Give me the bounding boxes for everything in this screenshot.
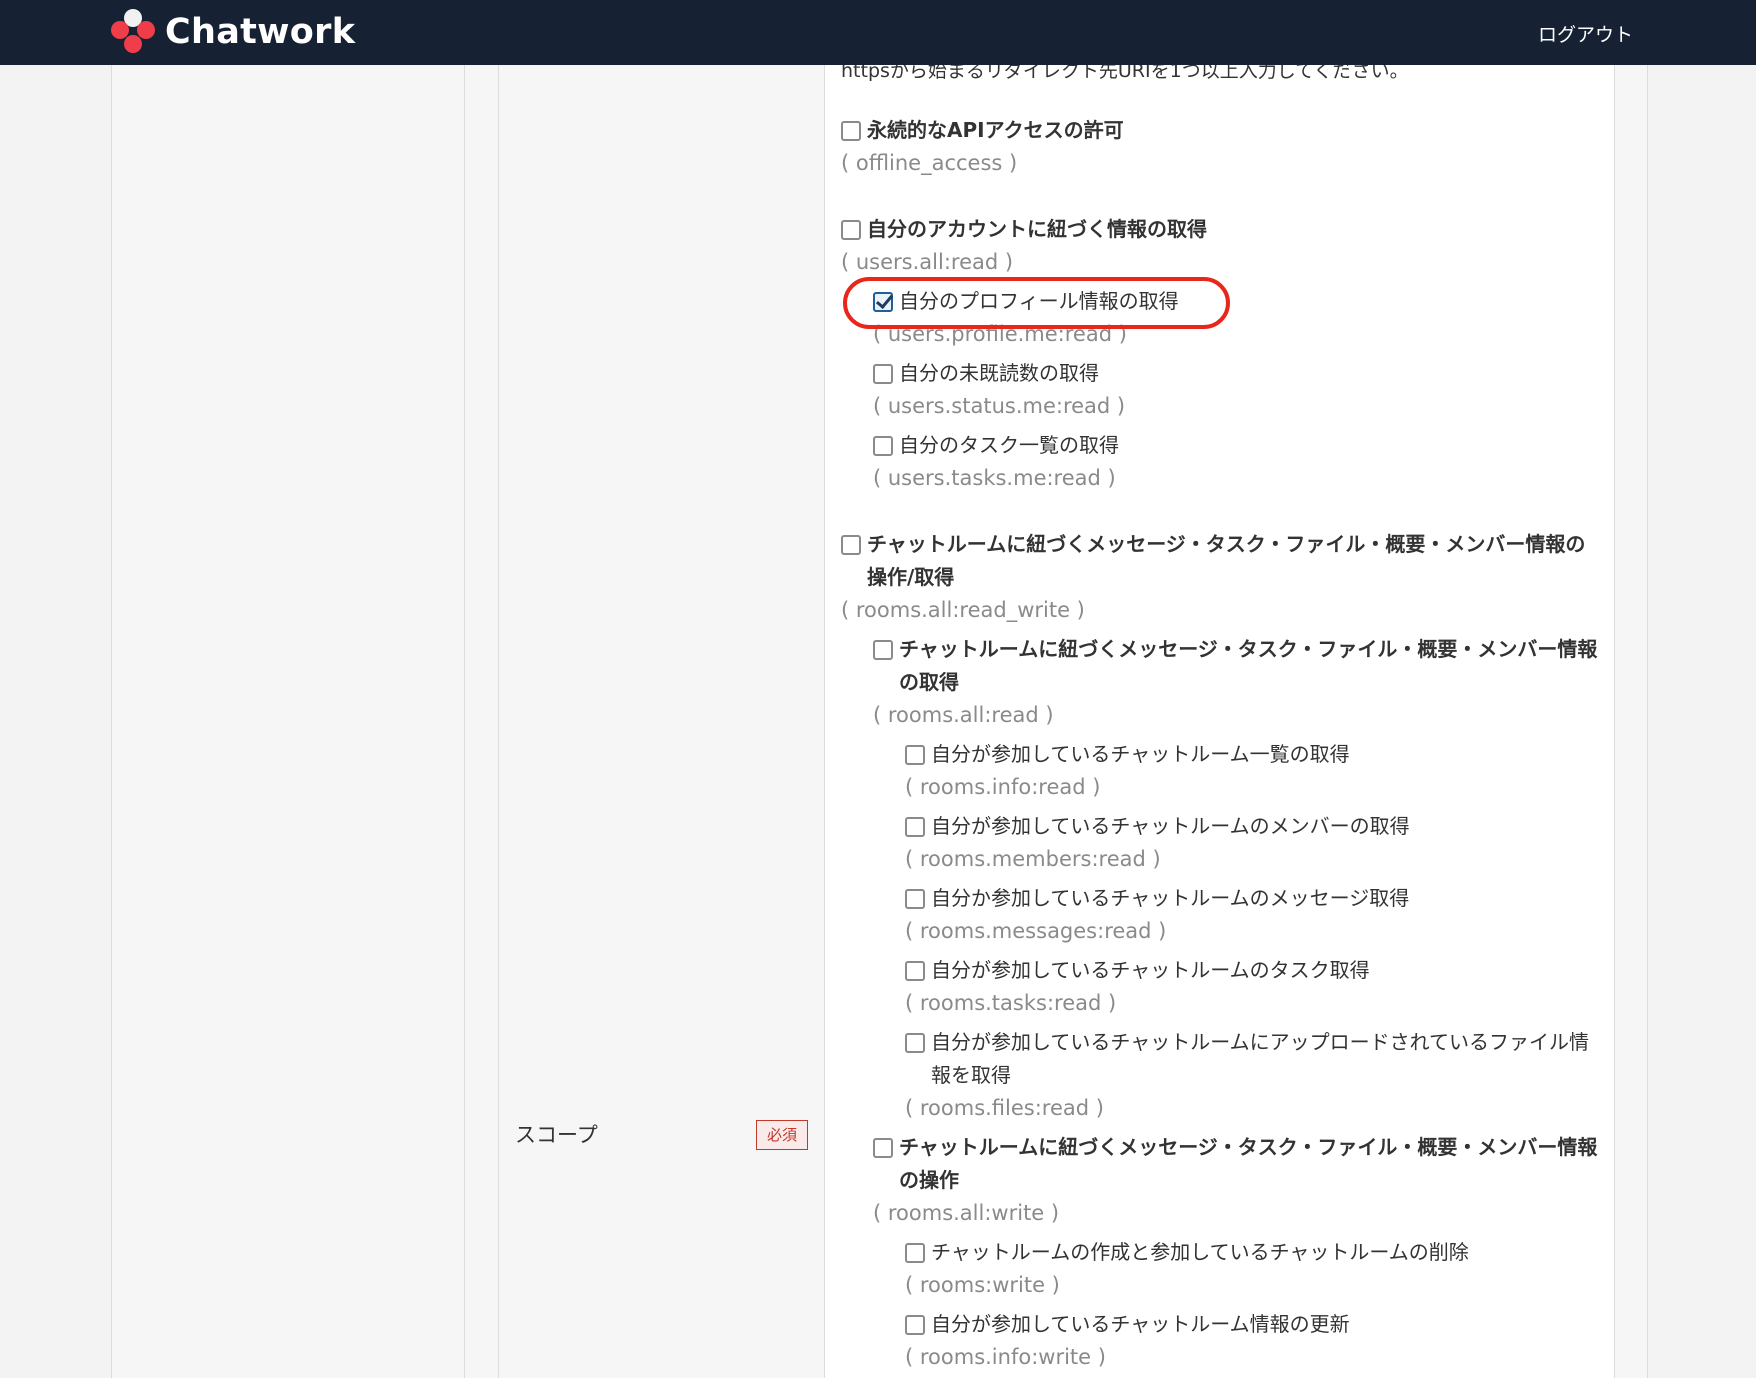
top-bar: Chatwork ログアウト bbox=[0, 0, 1756, 65]
app-settings-form: httpsから始まるリダイレクト先URIを1つ以上入力してください。 スコープ … bbox=[498, 65, 1615, 1378]
scope-checkbox[interactable] bbox=[873, 640, 893, 660]
scope-checkbox[interactable] bbox=[905, 745, 925, 765]
scope-item-code: ( rooms:write ) bbox=[905, 1273, 1060, 1297]
chatwork-logo[interactable]: Chatwork bbox=[110, 8, 355, 56]
scope-item-title[interactable]: 自分のアカウントに紐づく情報の取得 bbox=[841, 213, 1591, 246]
redirect-uri-value-cell: httpsから始まるリダイレクト先URIを1つ以上入力してください。 bbox=[825, 65, 1615, 99]
highlight-annotation bbox=[843, 277, 1230, 329]
scope-item-title[interactable]: チャットルームに紐づくメッセージ・タスク・ファイル・概要・メンバー情報の操作/取… bbox=[841, 528, 1601, 594]
scope-item-code: ( users.status.me:read ) bbox=[873, 394, 1126, 418]
scope-checkbox[interactable] bbox=[873, 436, 893, 456]
scope-item-title[interactable]: 自分か参加しているチャットルームのメッセージ取得 bbox=[905, 882, 1601, 915]
required-badge: 必須 bbox=[756, 1120, 808, 1150]
scope-item-title[interactable]: 自分のタスク一覧の取得 bbox=[873, 429, 1591, 462]
chatwork-logo-icon bbox=[110, 8, 158, 56]
scope-item-code: ( rooms.all:read_write ) bbox=[841, 598, 1085, 622]
scope-item-code: ( rooms.messages:read ) bbox=[905, 919, 1167, 943]
scope-checkbox[interactable] bbox=[905, 1243, 925, 1263]
page-container: httpsから始まるリダイレクト先URIを1つ以上入力してください。 スコープ … bbox=[111, 65, 1648, 1378]
scope-item-code: ( rooms.members:read ) bbox=[905, 847, 1161, 871]
scope-item-users-tasks-me-read: 自分のタスク一覧の取得 ( users.tasks.me:read ) bbox=[873, 429, 1591, 495]
scope-item-title[interactable]: 自分の未既読数の取得 bbox=[873, 357, 1591, 390]
scope-item-title[interactable]: 自分が参加しているチャットルーム一覧の取得 bbox=[905, 738, 1601, 771]
scope-item-offline-access: 永続的なAPIアクセスの許可 ( offline_access ) bbox=[841, 114, 1591, 180]
scope-item-code: ( rooms.info:write ) bbox=[905, 1345, 1106, 1369]
scope-item-code: ( rooms.files:read ) bbox=[905, 1096, 1104, 1120]
scope-item-rooms-all-write: チャットルームに紐づくメッセージ・タスク・ファイル・概要・メンバー情報の操作 (… bbox=[873, 1131, 1601, 1230]
redirect-uri-row: httpsから始まるリダイレクト先URIを1つ以上入力してください。 bbox=[498, 65, 1615, 99]
scope-checkbox[interactable] bbox=[841, 220, 861, 240]
left-column bbox=[112, 65, 465, 1378]
scope-item-rooms-all-read: チャットルームに紐づくメッセージ・タスク・ファイル・概要・メンバー情報の取得 (… bbox=[873, 633, 1601, 732]
scope-label-cell: スコープ 必須 bbox=[498, 99, 825, 1378]
scope-item-rooms-info-read: 自分が参加しているチャットルーム一覧の取得 ( rooms.info:read … bbox=[905, 738, 1601, 804]
scope-item-rooms-tasks-read: 自分が参加しているチャットルームのタスク取得 ( rooms.tasks:rea… bbox=[905, 954, 1601, 1020]
scope-item-users-status-me-read: 自分の未既読数の取得 ( users.status.me:read ) bbox=[873, 357, 1591, 423]
scope-checkbox[interactable] bbox=[841, 121, 861, 141]
scope-checkbox[interactable] bbox=[905, 817, 925, 837]
scope-item-rooms-messages-read: 自分か参加しているチャットルームのメッセージ取得 ( rooms.message… bbox=[905, 882, 1601, 948]
logout-link[interactable]: ログアウト bbox=[1538, 20, 1633, 47]
scope-item-rooms-all-read-write: チャットルームに紐づくメッセージ・タスク・ファイル・概要・メンバー情報の操作/取… bbox=[841, 528, 1601, 627]
scope-item-title[interactable]: 自分が参加しているチャットルームのメンバーの取得 bbox=[905, 810, 1601, 843]
scope-checkbox[interactable] bbox=[841, 535, 861, 555]
scope-checkbox[interactable] bbox=[873, 364, 893, 384]
scope-item-code: ( offline_access ) bbox=[841, 151, 1018, 175]
scope-label: スコープ bbox=[515, 1123, 598, 1147]
scope-checkbox[interactable] bbox=[905, 1315, 925, 1335]
scope-checkbox[interactable] bbox=[905, 961, 925, 981]
scope-item-code: ( rooms.all:read ) bbox=[873, 703, 1054, 727]
redirect-uri-label-cell bbox=[498, 65, 825, 99]
scope-item-rooms-write: チャットルームの作成と参加しているチャットルームの削除 ( rooms:writ… bbox=[905, 1236, 1601, 1302]
redirect-uri-hint: httpsから始まるリダイレクト先URIを1つ以上入力してください。 bbox=[841, 65, 1409, 82]
scope-item-title[interactable]: 自分が参加しているチャットルーム情報の更新 bbox=[905, 1308, 1601, 1341]
scope-checkbox[interactable] bbox=[873, 1138, 893, 1158]
scope-checkbox[interactable] bbox=[905, 889, 925, 909]
scope-item-users-all-read: 自分のアカウントに紐づく情報の取得 ( users.all:read ) bbox=[841, 213, 1591, 279]
scope-item-code: ( users.tasks.me:read ) bbox=[873, 466, 1116, 490]
scope-item-code: ( rooms.all:write ) bbox=[873, 1201, 1060, 1225]
scope-item-title[interactable]: 自分が参加しているチャットルームのタスク取得 bbox=[905, 954, 1601, 987]
scope-item-title[interactable]: チャットルームに紐づくメッセージ・タスク・ファイル・概要・メンバー情報の取得 bbox=[873, 633, 1601, 699]
scope-item-rooms-files-read: 自分が参加しているチャットルームにアップロードされているファイル情報を取得 ( … bbox=[905, 1026, 1601, 1125]
scope-checkbox[interactable] bbox=[905, 1033, 925, 1053]
scope-item-code: ( rooms.info:read ) bbox=[905, 775, 1101, 799]
scope-item-title[interactable]: 自分が参加しているチャットルームにアップロードされているファイル情報を取得 bbox=[905, 1026, 1601, 1092]
scope-item-code: ( rooms.tasks:read ) bbox=[905, 991, 1117, 1015]
brand-name: Chatwork bbox=[165, 12, 356, 52]
scope-item-rooms-info-write: 自分が参加しているチャットルーム情報の更新 ( rooms.info:write… bbox=[905, 1308, 1601, 1374]
scope-item-code: ( users.all:read ) bbox=[841, 250, 1014, 274]
scope-item-title[interactable]: 永続的なAPIアクセスの許可 bbox=[841, 114, 1591, 147]
scope-item-rooms-members-read: 自分が参加しているチャットルームのメンバーの取得 ( rooms.members… bbox=[905, 810, 1601, 876]
scope-item-title[interactable]: チャットルームの作成と参加しているチャットルームの削除 bbox=[905, 1236, 1601, 1269]
scope-item-title[interactable]: チャットルームに紐づくメッセージ・タスク・ファイル・概要・メンバー情報の操作 bbox=[873, 1131, 1601, 1197]
